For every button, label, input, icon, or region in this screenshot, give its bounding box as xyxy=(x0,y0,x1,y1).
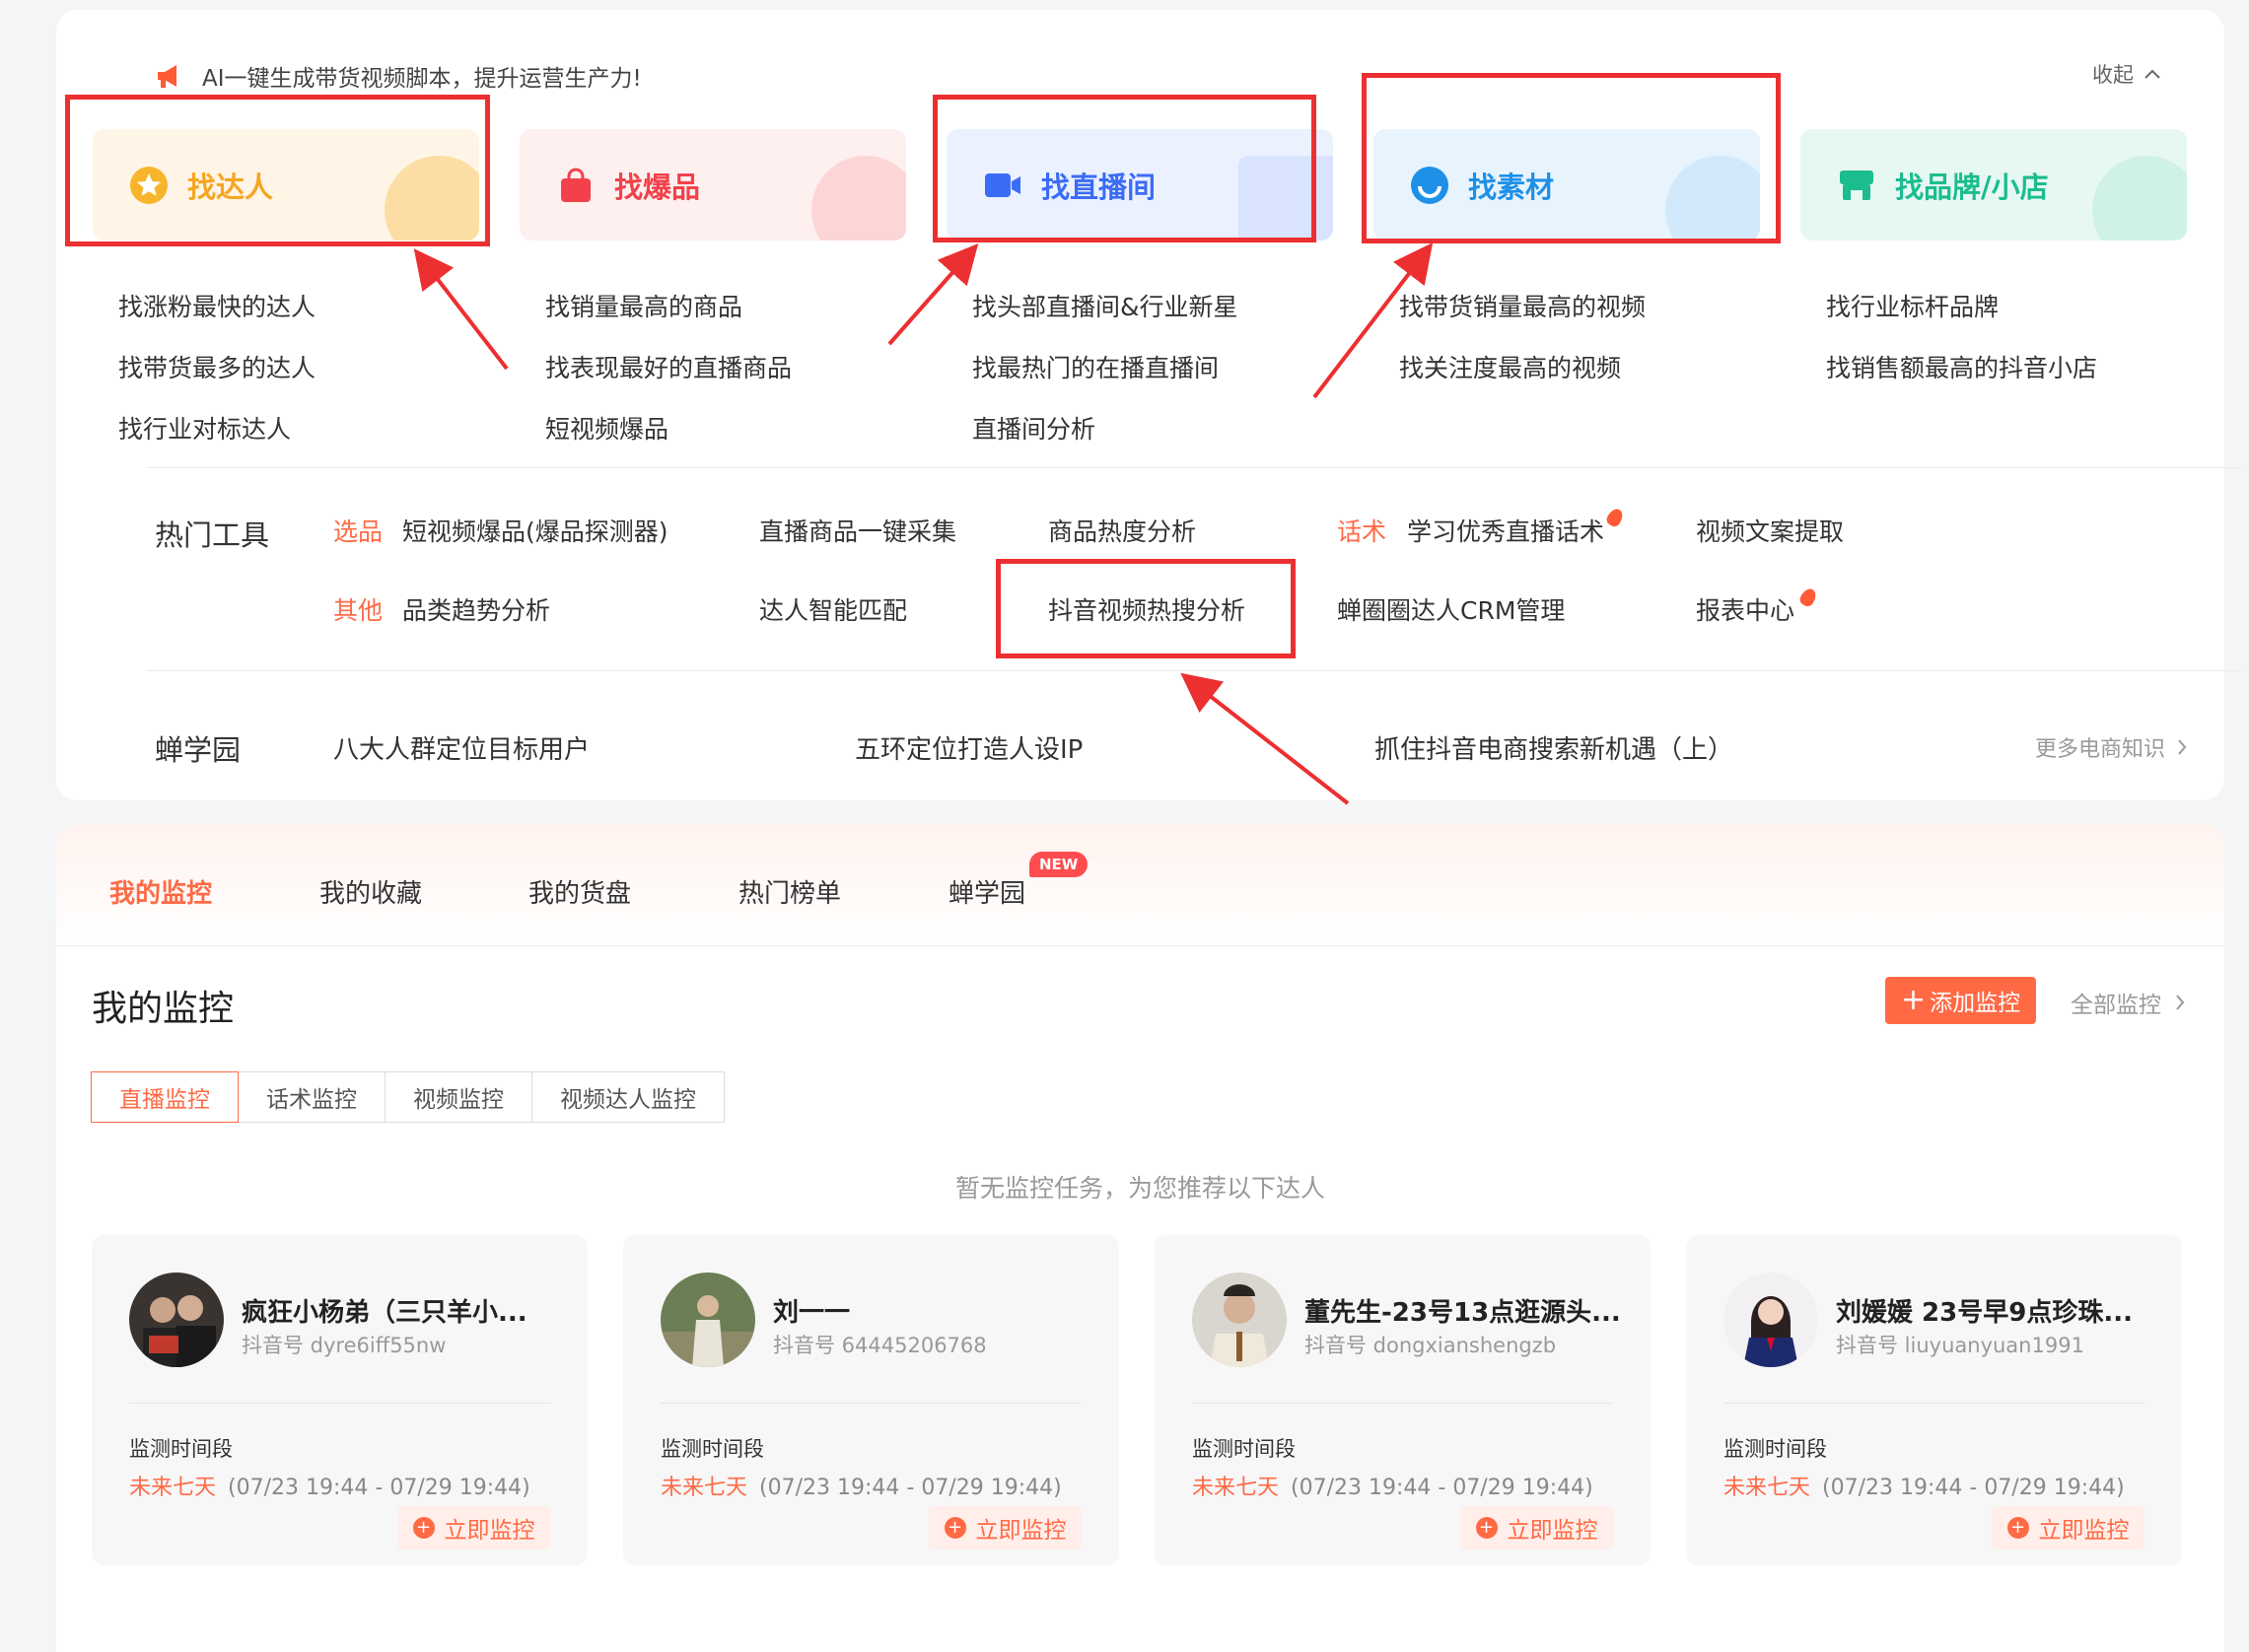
arrow xyxy=(1180,672,1350,805)
arrow xyxy=(1312,242,1434,399)
arrow xyxy=(887,243,979,346)
annotation-arrows xyxy=(413,242,1434,805)
subtab-live-monitor[interactable]: 直播监控 xyxy=(91,1071,239,1123)
arrow xyxy=(413,248,509,371)
